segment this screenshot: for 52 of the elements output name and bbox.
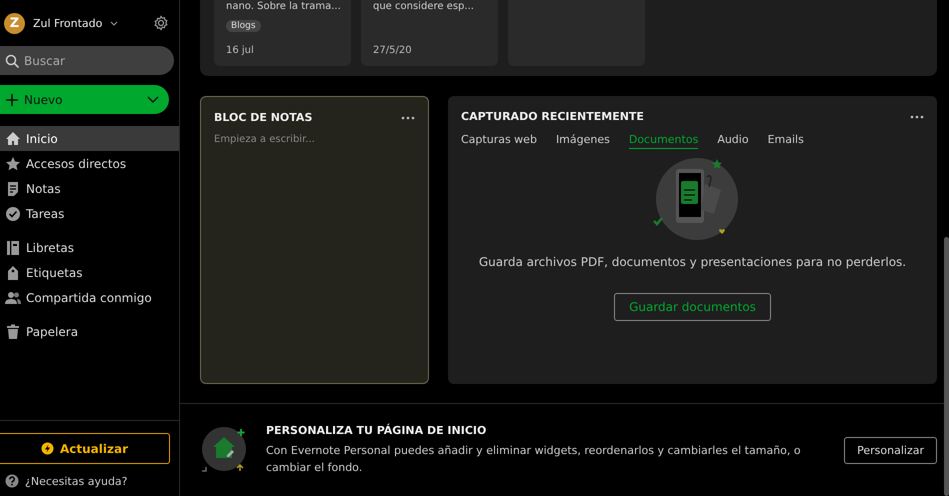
tab[interactable]: Audio [717,133,749,149]
empty-state-message: Guarda archivos PDF, documentos y presentaciones para no perderlos. [478,255,908,269]
sidebar-item[interactable]: Etiquetas [0,260,179,285]
scrollbar[interactable] [944,237,949,496]
sidebar-item[interactable]: Libretas [0,235,179,260]
sidebar-item[interactable]: Notas [0,176,179,201]
note-card[interactable]: que considere esp... 27/5/20 [361,0,498,66]
star-icon [5,156,21,172]
widget-title: CAPTURADO RECIENTEMENTE [461,110,644,123]
note-snippet: que considere esp... [373,1,475,12]
more-options-icon[interactable] [401,116,415,120]
tab[interactable]: Capturas web [461,133,537,149]
tab[interactable]: Imágenes [556,133,610,149]
banner-text: Con Evernote Personal puedes añadir y eliminar widgets, reordenarlos y cambiarles el tamaño, o cambiar el fondo. [266,443,802,476]
sidebar-item[interactable]: Inicio [0,126,179,151]
save-documents-button[interactable]: Guardar documentos [614,293,771,321]
tab[interactable]: Documentos [628,133,698,149]
search-icon [5,54,19,68]
note-date: 27/5/20 [373,45,413,56]
new-button[interactable]: Nuevo [0,85,169,114]
tab[interactable]: Emails [768,133,804,149]
widget-title: BLOC DE NOTAS [214,111,312,124]
upgrade-button[interactable]: Actualizar [0,433,170,464]
note-snippet: nano. Sobre la trama... [226,1,339,12]
search-field[interactable]: Buscar [0,46,174,75]
note-date: 16 jul [226,45,255,56]
note-card[interactable]: nano. Sobre la trama... Blogs 16 jul [214,0,351,66]
scratch-pad-widget[interactable]: BLOC DE NOTAS Empieza a escribir... [200,96,429,384]
customize-home-drawing [200,427,248,473]
more-options-icon[interactable] [910,114,924,118]
people-icon [5,290,21,306]
checkmark-circle-icon [5,206,21,222]
note-icon [5,180,21,196]
settings-icon[interactable] [153,15,169,31]
help-link[interactable]: ¿Necesitas ayuda? [25,474,128,488]
plus-icon [5,92,19,106]
notebook-icon [5,240,21,256]
chevron-down-icon [147,96,159,103]
banner-title: PERSONALIZA TU PÁGINA DE INICIO [266,424,488,437]
lightning-bolt-icon [40,442,54,455]
account-name[interactable]: Zul Frontado [33,16,102,30]
sidebar-item[interactable]: Tareas [0,201,179,226]
home-icon [5,130,21,146]
sidebar-item[interactable]: Compartida conmigo [0,285,179,310]
help-icon[interactable] [5,474,19,488]
tag-chip[interactable]: Blogs [226,20,261,32]
customize-button[interactable]: Personalizar [844,436,937,464]
tag-icon [5,264,21,280]
chevron-down-icon[interactable] [110,20,118,26]
sidebar-item[interactable]: Accesos directos [0,151,179,176]
trash-icon [5,324,21,340]
sidebar-item[interactable]: Papelera [0,319,179,344]
